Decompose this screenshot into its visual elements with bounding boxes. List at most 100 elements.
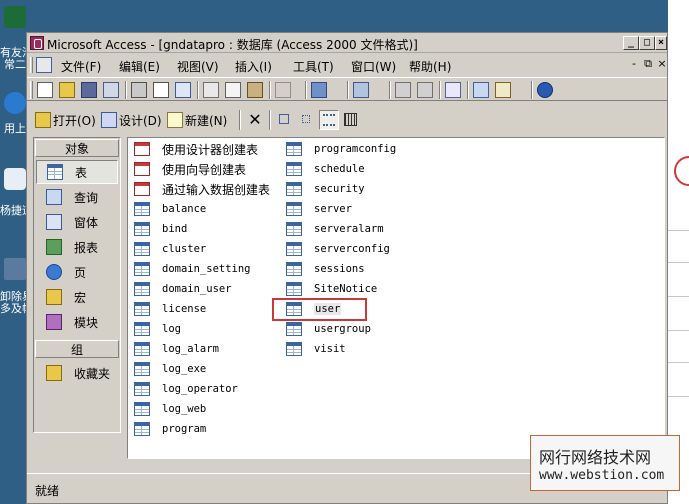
objects-item-forms[interactable]: 窗体 <box>36 210 118 234</box>
office-links-icon[interactable] <box>311 82 327 98</box>
title-bar[interactable]: Microsoft Access - [gndatapro : 数据库 (Acc… <box>27 33 667 53</box>
desktop-icon-1[interactable]: 有友浩 常二 <box>0 4 26 71</box>
list-item[interactable]: serveralarm <box>286 220 384 238</box>
list-item[interactable]: SiteNotice <box>286 280 377 298</box>
minimize-button[interactable]: _ <box>623 36 639 50</box>
print-preview-icon[interactable] <box>153 82 169 98</box>
list-item[interactable]: license <box>134 300 206 318</box>
access-app-icon[interactable] <box>30 36 44 50</box>
print-icon[interactable] <box>131 82 147 98</box>
list-item[interactable]: bind <box>134 220 187 238</box>
spelling-icon[interactable] <box>175 82 191 98</box>
menu-insert[interactable]: 插入(I) <box>235 58 272 75</box>
list-item[interactable]: log_web <box>134 400 206 418</box>
list-item[interactable]: programconfig <box>286 140 396 158</box>
new-button[interactable]: 新建(N) <box>167 109 227 131</box>
groups-item-favorites[interactable]: 收藏夹 <box>36 361 118 385</box>
objects-bar: 对象 表 查询 窗体 报表 页 宏 模块 组 收藏夹 <box>33 137 121 433</box>
menu-tools[interactable]: 工具(T) <box>293 58 334 75</box>
details-view-icon <box>344 113 357 126</box>
list-item[interactable]: log_alarm <box>134 340 219 358</box>
table-list: 使用设计器创建表 使用向导创建表 通过输入数据创建表 balance bind … <box>127 137 665 459</box>
list-item[interactable]: 使用向导创建表 <box>134 160 246 178</box>
save-icon[interactable] <box>81 82 97 98</box>
list-item[interactable]: visit <box>286 340 346 358</box>
script-editor-icon[interactable] <box>417 82 433 98</box>
objects-header[interactable]: 对象 <box>35 139 119 157</box>
list-item-label: log <box>162 323 181 335</box>
list-item-label: balance <box>162 203 207 215</box>
objects-item-queries[interactable]: 查询 <box>36 185 118 209</box>
desktop-icon-label: 用上 <box>4 122 26 135</box>
paste-icon[interactable] <box>247 82 263 98</box>
undo-icon[interactable] <box>275 82 291 98</box>
mdi-close-button[interactable]: × <box>655 57 669 71</box>
list-item-label: visit <box>314 343 346 355</box>
database-window-icon[interactable] <box>36 57 52 73</box>
background-document <box>668 0 689 504</box>
toolbar-grip[interactable] <box>30 57 33 73</box>
small-icons-icon <box>302 115 310 123</box>
table-icon <box>286 262 302 276</box>
list-item[interactable]: log <box>134 320 181 338</box>
desktop-icon-3[interactable]: 杨捷道 <box>0 166 26 217</box>
list-item[interactable]: schedule <box>286 160 365 178</box>
mdi-minimize-button[interactable]: - <box>627 57 641 71</box>
list-item[interactable]: server <box>286 200 352 218</box>
toolbar-grip[interactable] <box>30 81 33 99</box>
desktop-icon-4[interactable]: 卸除易 多及帧 <box>0 254 26 315</box>
search-icon[interactable] <box>103 82 119 98</box>
list-item[interactable]: log_operator <box>134 380 238 398</box>
objects-item-modules[interactable]: 模块 <box>36 310 118 334</box>
new-icon <box>167 112 183 128</box>
menu-edit[interactable]: 编辑(E) <box>119 58 160 75</box>
small-icons-view-button[interactable] <box>297 110 317 130</box>
cut-icon[interactable] <box>203 82 219 98</box>
details-view-button[interactable] <box>341 110 361 130</box>
objects-item-macros[interactable]: 宏 <box>36 285 118 309</box>
menu-window[interactable]: 窗口(W) <box>351 58 396 75</box>
menu-help[interactable]: 帮助(H) <box>409 58 451 75</box>
properties-icon[interactable] <box>445 82 461 98</box>
list-item[interactable]: security <box>286 180 365 198</box>
list-item[interactable]: sessions <box>286 260 365 278</box>
open-folder-icon[interactable] <box>59 82 75 98</box>
analyze-icon[interactable] <box>353 82 369 98</box>
copy-icon[interactable] <box>225 82 241 98</box>
list-item[interactable]: usergroup <box>286 320 371 338</box>
mdi-restore-button[interactable]: ⧉ <box>641 57 655 71</box>
list-item[interactable]: program <box>134 420 206 438</box>
large-icons-view-button[interactable] <box>275 110 295 130</box>
list-item[interactable]: domain_setting <box>134 260 251 278</box>
list-view-button[interactable] <box>319 110 339 130</box>
objects-item-reports[interactable]: 报表 <box>36 235 118 259</box>
desktop-icon-2[interactable]: 用上 <box>0 88 26 136</box>
list-item[interactable]: balance <box>134 200 206 218</box>
relationships-icon[interactable] <box>473 82 489 98</box>
list-item[interactable]: cluster <box>134 240 206 258</box>
help-icon[interactable] <box>537 82 553 98</box>
new-object-icon[interactable] <box>495 82 511 98</box>
code-icon[interactable] <box>395 82 411 98</box>
groups-header[interactable]: 组 <box>35 340 119 358</box>
objects-item-pages[interactable]: 页 <box>36 260 118 284</box>
delete-button[interactable]: ✕ <box>245 110 265 130</box>
list-item[interactable]: 通过输入数据创建表 <box>134 180 270 198</box>
list-item-label: SiteNotice <box>314 283 378 295</box>
objects-item-tables[interactable]: 表 <box>36 160 118 184</box>
list-item[interactable]: serverconfig <box>286 240 390 258</box>
list-item[interactable]: log_exe <box>134 360 206 378</box>
design-icon <box>101 112 117 128</box>
list-item-label: serveralarm <box>314 223 384 235</box>
list-item[interactable]: domain_user <box>134 280 232 298</box>
maximize-button[interactable]: □ <box>639 36 655 50</box>
open-button[interactable]: 打开(O) <box>35 109 96 131</box>
list-item-label: programconfig <box>314 143 397 155</box>
list-item[interactable]: 使用设计器创建表 <box>134 140 258 158</box>
design-button[interactable]: 设计(D) <box>101 109 162 131</box>
design-button-label: 设计(D) <box>119 113 162 128</box>
close-button[interactable]: × <box>655 36 667 50</box>
new-file-icon[interactable] <box>37 82 53 98</box>
menu-view[interactable]: 视图(V) <box>177 58 219 75</box>
menu-file[interactable]: 文件(F) <box>61 58 101 75</box>
